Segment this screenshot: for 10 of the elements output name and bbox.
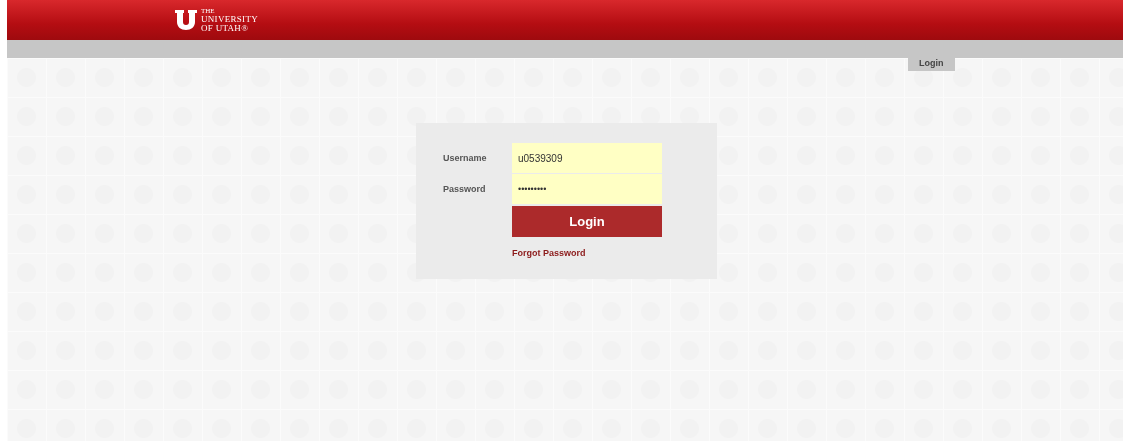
- password-field[interactable]: •••••••••: [512, 174, 662, 204]
- username-field[interactable]: u0539309: [512, 143, 662, 173]
- nav-tab[interactable]: Login: [908, 56, 955, 71]
- login-button[interactable]: Login: [512, 206, 662, 237]
- field-label: Username: [443, 153, 488, 163]
- logo-text: UNIVERSITY: [201, 14, 258, 24]
- logo-text: OF UTAH®: [201, 23, 250, 33]
- field-label: Password: [443, 184, 487, 194]
- forgot-password-link[interactable]: Forgot Password: [512, 248, 586, 258]
- u-logo-icon: [175, 10, 197, 30]
